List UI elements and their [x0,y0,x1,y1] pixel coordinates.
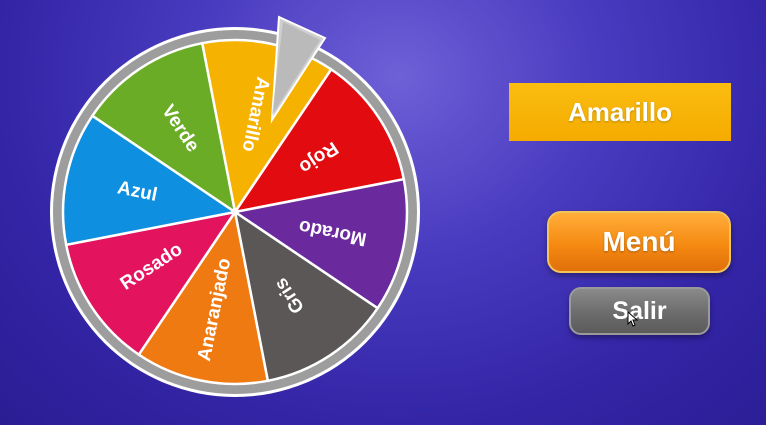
menu-button[interactable]: Menú [547,211,731,273]
wheel-group: AmarilloRojoMoradoGrisAnaranjadoRosadoAz… [50,27,420,397]
exit-button[interactable]: Salir [569,287,710,335]
game-screen: Amarillo Rojo Morado Gris Anaranjado Rosado Az… [0,0,766,425]
mouse-cursor-icon [627,311,639,327]
wheel-hub [231,208,239,216]
result-display: Amarillo [509,83,731,141]
